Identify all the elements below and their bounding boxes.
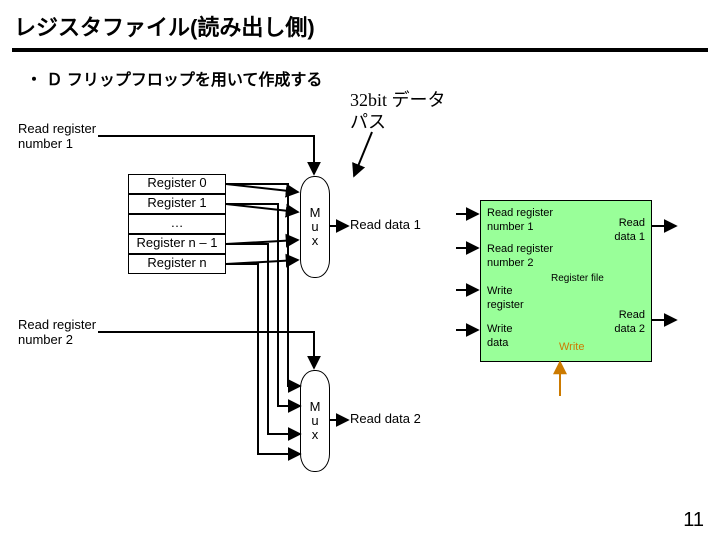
- rf-read-reg-num-2: Read register number 2: [487, 243, 553, 271]
- rf-write-data: Write data: [487, 323, 512, 351]
- box-register-nm1: Register n – 1: [128, 234, 226, 254]
- page-title: レジスタファイル(読み出し側): [0, 0, 720, 48]
- mux-u: u: [311, 220, 318, 234]
- rf-write: Write: [559, 341, 584, 355]
- box-register-dots: …: [128, 214, 226, 234]
- rf-read-reg-num-1: Read register number 1: [487, 207, 553, 235]
- mux-u: u: [311, 414, 318, 428]
- mux-x: x: [312, 234, 319, 248]
- label-read-data-2: Read data 2: [350, 412, 421, 427]
- annot-line2: パス: [350, 112, 386, 132]
- annot-32bit: 32bit データ パス: [350, 90, 446, 133]
- label-read-data-1: Read data 1: [350, 218, 421, 233]
- diagram-stage: 32bit データ パス Read register number 1 Read…: [0, 90, 720, 510]
- mux-1: M u x: [300, 176, 330, 278]
- box-register-n: Register n: [128, 254, 226, 274]
- mux-m: M: [310, 400, 321, 414]
- bullet-dff: Ｄ フリップフロップを用いて作成する: [0, 60, 720, 90]
- box-register-1: Register 1: [128, 194, 226, 214]
- rf-file-label: Register file: [551, 273, 604, 286]
- mux-m: M: [310, 206, 321, 220]
- box-register-0: Register 0: [128, 174, 226, 194]
- rf-read-data-2: Read data 2: [614, 309, 645, 337]
- page-number: 11: [683, 509, 704, 532]
- mux-x: x: [312, 428, 319, 442]
- annot-line1: 32bit データ: [350, 90, 446, 110]
- register-file-block: Read register number 1 Read register num…: [480, 200, 652, 362]
- mux-2: M u x: [300, 370, 330, 472]
- label-read-reg-num-2: Read register number 2: [18, 318, 96, 348]
- label-read-reg-num-1: Read register number 1: [18, 122, 96, 152]
- rf-read-data-1: Read data 1: [614, 217, 645, 245]
- rf-write-register: Write register: [487, 285, 524, 313]
- title-rule: [12, 48, 708, 52]
